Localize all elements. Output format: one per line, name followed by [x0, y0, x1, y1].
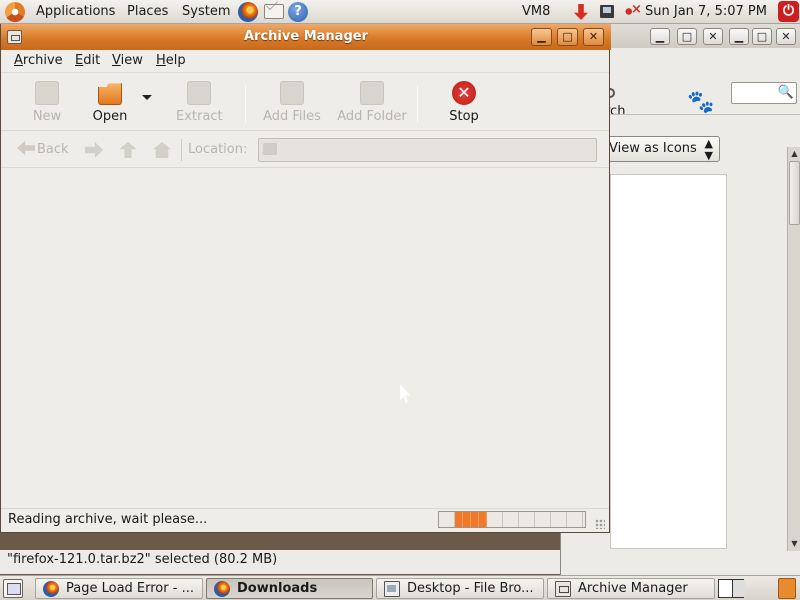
add-folder-label: Add Folder	[337, 109, 407, 124]
task-label: Page Load Error - ...	[66, 581, 194, 596]
vm-label: VM8	[522, 4, 551, 19]
forward-icon[interactable]	[85, 142, 103, 158]
top-panel: Applications Places System ? VM8 Sun Jan…	[0, 0, 800, 24]
close-button[interactable]: ✕	[583, 28, 604, 46]
task-desktop-file-browser[interactable]: Desktop - File Bro...	[376, 578, 544, 599]
trash-icon[interactable]	[778, 578, 796, 599]
open-folder-icon	[98, 83, 122, 105]
firefox-icon	[214, 581, 230, 597]
close-button[interactable]: ✕	[703, 28, 723, 45]
stop-icon: ✕	[452, 81, 476, 105]
task-label: Archive Manager	[578, 581, 688, 596]
volume-icon[interactable]	[624, 2, 642, 18]
location-bar: Back Location:	[1, 130, 609, 168]
toolbar-separator	[245, 85, 246, 123]
workspace-switcher[interactable]	[718, 579, 745, 598]
menu-help[interactable]: Help	[156, 53, 186, 68]
up-icon[interactable]	[119, 142, 137, 158]
task-page-load-error[interactable]: Page Load Error - ...	[35, 578, 203, 599]
menubar: Archive Edit View Help	[1, 50, 609, 72]
system-menu[interactable]: System	[182, 4, 230, 19]
folder-icon	[263, 143, 277, 155]
progress-fill	[455, 512, 487, 527]
view-mode-label: View as Icons	[609, 141, 697, 156]
minimize-button[interactable]: ▁	[650, 28, 670, 45]
extract-icon	[187, 81, 211, 105]
archive-manager-window: Archive Manager ▁ □ ✕ Archive Edit View …	[0, 24, 611, 533]
help-icon[interactable]: ?	[288, 2, 308, 22]
selection-status: "firefox-121.0.tar.bz2" selected (80.2 M…	[7, 552, 278, 567]
menu-view[interactable]: View	[112, 53, 143, 68]
maximize-button[interactable]: □	[677, 28, 697, 45]
task-label: Desktop - File Bro...	[407, 581, 534, 596]
stop-button[interactable]: ✕ Stop	[447, 81, 481, 124]
archive-manager-icon	[555, 581, 571, 597]
minimize-button-2[interactable]: ▁	[729, 28, 749, 45]
open-label: Open	[92, 109, 128, 124]
add-files-icon	[280, 81, 304, 105]
power-icon[interactable]: ⏻	[778, 1, 799, 22]
task-downloads[interactable]: Downloads	[206, 578, 373, 599]
network-icon[interactable]	[574, 4, 588, 20]
updown-icon: ▲ ▼	[704, 137, 713, 162]
back-label: Back	[37, 142, 69, 157]
toolbar-separator-2	[417, 85, 418, 123]
open-button[interactable]: Open	[91, 81, 129, 124]
close-button-2[interactable]: ✕	[776, 28, 796, 45]
stop-label: Stop	[449, 109, 479, 124]
menu-archive[interactable]: Archive	[14, 53, 63, 68]
new-label: New	[32, 109, 62, 124]
maximize-button[interactable]: □	[557, 28, 578, 46]
add-files-label: Add Files	[263, 109, 321, 124]
scroll-thumb[interactable]	[789, 161, 800, 225]
archive-content-area[interactable]	[5, 169, 607, 507]
add-files-button[interactable]: Add Files	[263, 81, 321, 124]
menu-edit[interactable]: Edit	[75, 53, 100, 68]
back-arrow-icon	[17, 141, 35, 155]
file-browser-statusbar: "firefox-121.0.tar.bz2" selected (80.2 M…	[0, 550, 560, 574]
file-manager-icon	[384, 581, 400, 597]
clock[interactable]: Sun Jan 7, 5:07 PM	[645, 4, 767, 19]
location-label: Location:	[188, 142, 248, 157]
task-label: Downloads	[237, 581, 318, 596]
monitor-icon[interactable]	[600, 5, 614, 18]
view-mode-select[interactable]: View as Icons ▲ ▼	[604, 136, 720, 162]
new-button[interactable]: New	[29, 81, 65, 124]
file-view-area[interactable]	[610, 174, 727, 549]
location-separator	[181, 139, 182, 161]
archive-manager-titlebar[interactable]: Archive Manager ▁ □ ✕	[1, 24, 611, 50]
firefox-icon[interactable]	[238, 2, 258, 22]
search-icon[interactable]: 🔍	[778, 85, 794, 100]
applications-menu[interactable]: Applications	[36, 4, 115, 19]
new-archive-icon	[35, 81, 59, 105]
open-dropdown-icon[interactable]	[142, 95, 152, 100]
maximize-button-2[interactable]: □	[752, 28, 772, 45]
window-title: Archive Manager	[244, 29, 368, 44]
search-input[interactable]: 🔍	[731, 82, 797, 104]
location-input[interactable]	[258, 138, 597, 162]
mail-icon[interactable]	[264, 4, 284, 19]
gnome-foot-icon: 🐾	[687, 90, 715, 115]
firefox-icon	[43, 581, 59, 597]
bottom-panel: Page Load Error - ... Downloads Desktop …	[0, 575, 800, 600]
show-desktop-icon[interactable]	[3, 579, 23, 598]
home-icon[interactable]	[153, 142, 171, 158]
places-menu[interactable]: Places	[127, 4, 168, 19]
status-text: Reading archive, wait please...	[8, 512, 208, 527]
add-folder-button[interactable]: Add Folder	[337, 81, 407, 124]
ubuntu-logo-icon[interactable]	[5, 2, 25, 22]
add-folder-icon	[360, 81, 384, 105]
resize-grip[interactable]	[595, 519, 605, 529]
back-button[interactable]: Back	[17, 141, 69, 157]
scroll-up-icon[interactable]: ▲	[788, 147, 800, 160]
minimize-button[interactable]: ▁	[531, 28, 552, 46]
extract-label: Extract	[176, 109, 223, 124]
scrollbar[interactable]: ▲ ▼	[787, 147, 800, 551]
extract-button[interactable]: Extract	[176, 81, 223, 124]
progress-bar	[438, 511, 586, 528]
statusbar: Reading archive, wait please...	[1, 508, 609, 532]
scroll-down-icon[interactable]: ▼	[788, 537, 800, 550]
task-archive-manager[interactable]: Archive Manager	[547, 578, 715, 599]
